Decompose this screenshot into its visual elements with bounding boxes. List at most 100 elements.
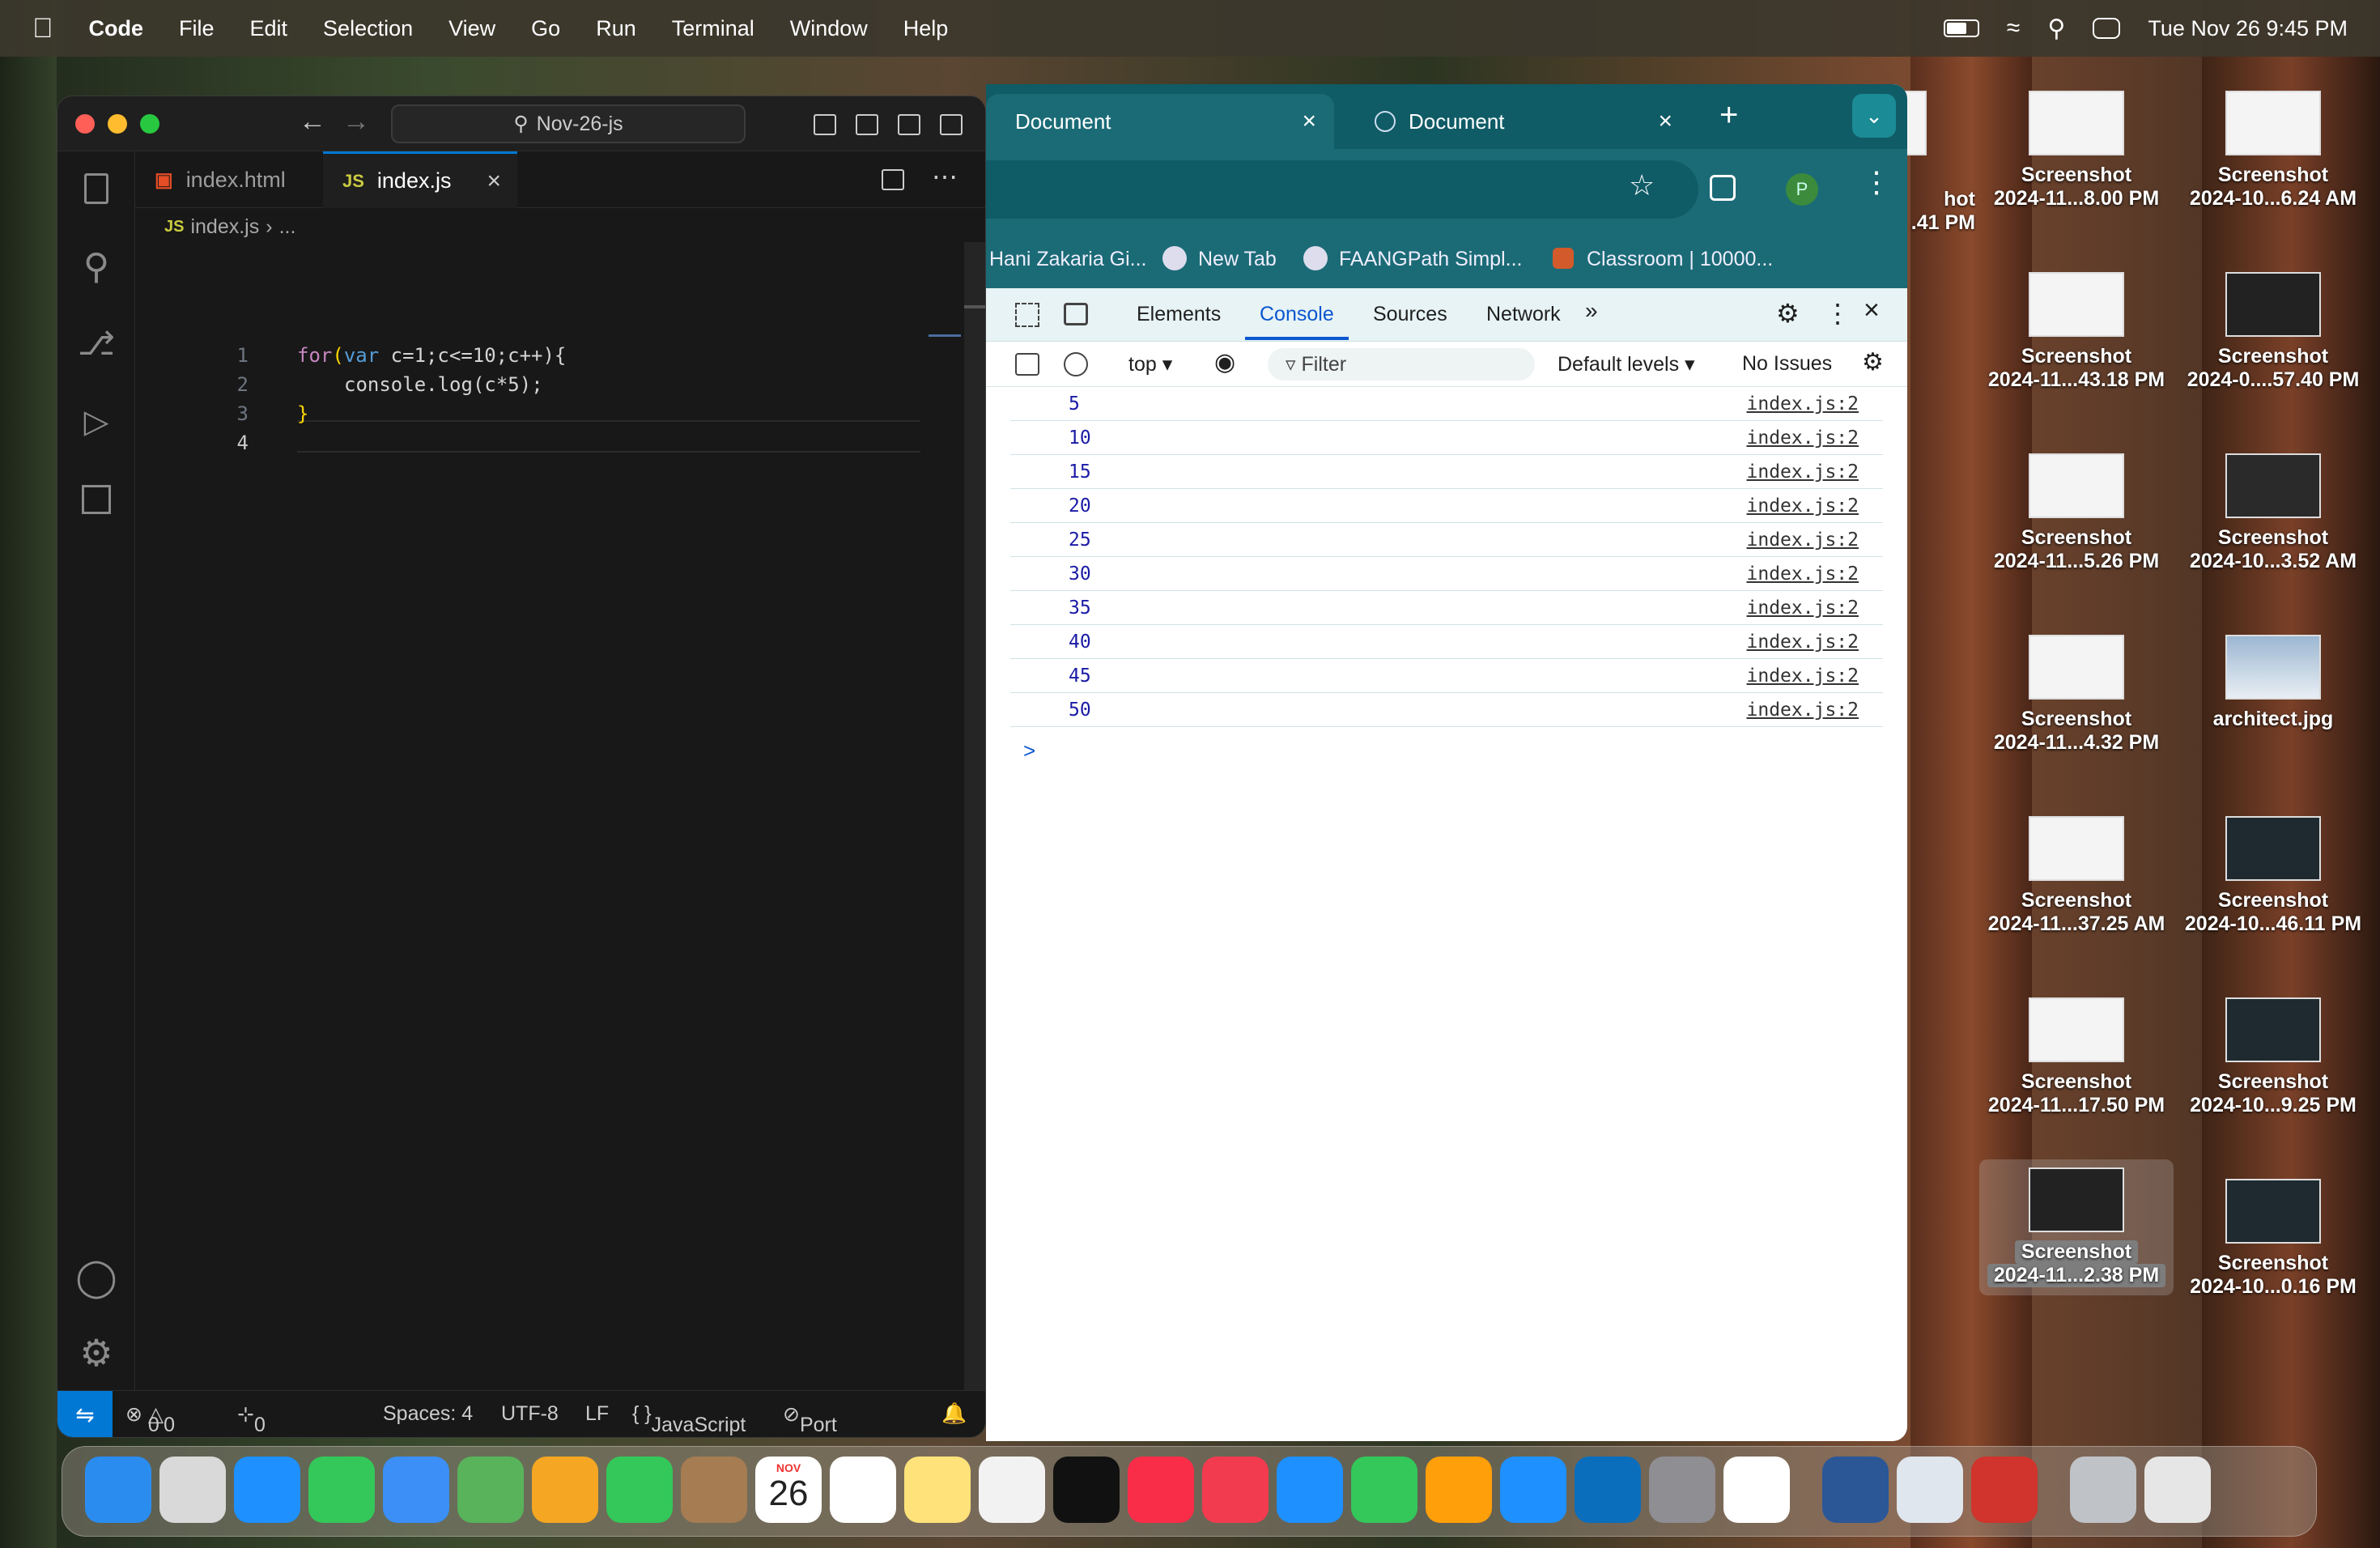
menu-help[interactable]: Help: [903, 16, 949, 41]
close-tab-icon[interactable]: ×: [1302, 108, 1316, 135]
menu-clock[interactable]: Tue Nov 26 9:45 PM: [2148, 16, 2348, 41]
menu-edit[interactable]: Edit: [250, 16, 288, 41]
extensions-icon[interactable]: [75, 478, 117, 521]
desktop-icon-screenshot[interactable]: Screenshot 2024-10...3.52 AM: [2176, 453, 2370, 573]
dock-app-tv[interactable]: [1053, 1457, 1120, 1523]
dock-app-contacts[interactable]: [681, 1457, 747, 1523]
dock-app-app-store[interactable]: [1500, 1457, 1566, 1523]
devtools-menu-icon[interactable]: ⋮: [1825, 298, 1851, 329]
desktop-icon-screenshot[interactable]: Screenshot 2024-10...6.24 AM: [2176, 91, 2370, 211]
bookmark-item[interactable]: FAANGPath Simpl...: [1339, 248, 1522, 271]
menu-window[interactable]: Window: [790, 16, 868, 41]
notifications-bell-icon[interactable]: 🔔: [941, 1402, 967, 1426]
battery-icon[interactable]: [1943, 19, 1979, 37]
console-source-link[interactable]: index.js:2: [1747, 529, 1859, 551]
dock-app-reminders[interactable]: [830, 1457, 896, 1523]
indentation-indicator[interactable]: Spaces: 4: [383, 1402, 473, 1426]
dock-app-visual-studio-code[interactable]: [1575, 1457, 1641, 1523]
devtools-tab-sources[interactable]: Sources: [1373, 303, 1447, 326]
dock-app-calendar[interactable]: NOV 26: [755, 1457, 822, 1523]
control-center-icon[interactable]: [2093, 18, 2121, 39]
clear-console-icon[interactable]: [1064, 352, 1088, 376]
dock-app-numbers[interactable]: [1351, 1457, 1417, 1523]
apple-icon[interactable]: : [32, 13, 53, 45]
context-selector[interactable]: top ▾: [1128, 352, 1172, 376]
desktop-icon-screenshot[interactable]: Screenshot 2024-11...8.00 PM: [1979, 91, 2174, 211]
dock-app-mail[interactable]: [383, 1457, 449, 1523]
close-window-button[interactable]: [75, 114, 95, 134]
dock-app-microsoft-word[interactable]: [1822, 1457, 1889, 1523]
filter-input[interactable]: ▿ Filter: [1268, 348, 1535, 381]
toggle-primary-sidebar-icon[interactable]: [814, 114, 836, 135]
dock-app-system-settings[interactable]: [1649, 1457, 1715, 1523]
desktop-icon-screenshot[interactable]: Screenshot 2024-11...5.26 PM: [1979, 453, 2174, 573]
new-tab-icon[interactable]: +: [1719, 97, 1738, 134]
desktop-icon-screenshot-selected[interactable]: Screenshot2024-11...2.38 PM: [1979, 1159, 2174, 1295]
tab-index-html[interactable]: ▣ index.html: [135, 151, 323, 208]
close-tab-icon[interactable]: ×: [487, 168, 501, 195]
desktop-icon-screenshot[interactable]: Screenshot 2024-11...43.18 PM: [1979, 272, 2174, 392]
dock-app-music[interactable]: [1128, 1457, 1194, 1523]
bookmark-item[interactable]: Classroom | 10000...: [1587, 248, 1773, 271]
menu-view[interactable]: View: [448, 16, 495, 41]
desktop-icon-image-file[interactable]: architect.jpg: [2176, 635, 2370, 731]
zoom-window-button[interactable]: [140, 114, 159, 134]
live-expression-eye-icon[interactable]: ◉: [1214, 348, 1235, 376]
devtools-tab-elements[interactable]: Elements: [1137, 303, 1221, 326]
split-editor-icon[interactable]: [882, 169, 904, 190]
ports-indicator[interactable]: ⊹ 0: [237, 1402, 266, 1436]
dock-app-news[interactable]: [1202, 1457, 1269, 1523]
remote-indicator-icon[interactable]: ⇋: [57, 1391, 113, 1437]
console-prompt-icon[interactable]: >: [1023, 738, 1035, 763]
inspect-element-icon[interactable]: [1015, 303, 1039, 327]
dock-app-facetime[interactable]: [606, 1457, 673, 1523]
desktop-icon-screenshot[interactable]: Screenshot 2024-11...4.32 PM: [1979, 635, 2174, 755]
language-mode-indicator[interactable]: { } JavaScript: [632, 1402, 746, 1436]
console-source-link[interactable]: index.js:2: [1747, 461, 1859, 483]
desktop-icon-screenshot[interactable]: Screenshot 2024-0....57.40 PM: [2176, 272, 2370, 392]
devtools-tab-network[interactable]: Network: [1486, 303, 1561, 326]
wifi-icon[interactable]: ≈: [2007, 15, 2020, 42]
menu-app-name[interactable]: Code: [89, 16, 144, 41]
devtools-close-icon[interactable]: ×: [1864, 295, 1880, 326]
dock-app-photos[interactable]: [532, 1457, 598, 1523]
console-source-link[interactable]: index.js:2: [1747, 598, 1859, 619]
desktop-icon-screenshot[interactable]: Screenshot 2024-11...17.50 PM: [1979, 997, 2174, 1117]
issues-button[interactable]: No Issues: [1742, 352, 1832, 376]
dock-app-maps[interactable]: [457, 1457, 524, 1523]
account-icon[interactable]: ◯: [75, 1256, 117, 1298]
source-control-icon[interactable]: ⎇: [75, 323, 117, 365]
desktop-icon-screenshot[interactable]: Screenshot 2024-10...46.11 PM: [2176, 816, 2370, 936]
desktop-icon-screenshot[interactable]: Screenshot 2024-10...9.25 PM: [2176, 997, 2370, 1117]
live-server-port-indicator[interactable]: ⊘ Port : 5500: [783, 1402, 837, 1436]
customize-layout-icon[interactable]: [940, 114, 963, 135]
toggle-secondary-sidebar-icon[interactable]: [898, 114, 920, 135]
dock-app-photo-booth[interactable]: [1971, 1457, 2038, 1523]
encoding-indicator[interactable]: UTF-8: [501, 1402, 559, 1426]
console-source-link[interactable]: index.js:2: [1747, 632, 1859, 653]
menu-terminal[interactable]: Terminal: [672, 16, 754, 41]
chrome-tab[interactable]: Document ×: [1342, 94, 1690, 149]
chrome-tab-active[interactable]: Document ×: [986, 94, 1334, 149]
dock-app-preview[interactable]: [1897, 1457, 1963, 1523]
desktop-icon-screenshot[interactable]: Screenshot 2024-10...0.16 PM: [2176, 1179, 2370, 1299]
dock-app-help[interactable]: [2070, 1457, 2136, 1523]
console-source-link[interactable]: index.js:2: [1747, 666, 1859, 687]
forward-arrow-icon[interactable]: →: [342, 106, 370, 138]
console-source-link[interactable]: index.js:2: [1747, 563, 1859, 585]
problems-indicator[interactable]: ⊗ 0 △ 0: [125, 1402, 175, 1436]
dock-app-finder[interactable]: [85, 1457, 151, 1523]
back-arrow-icon[interactable]: ←: [299, 106, 326, 138]
extensions-icon[interactable]: [1710, 175, 1736, 201]
dock-app-messages[interactable]: [308, 1457, 375, 1523]
menu-selection[interactable]: Selection: [323, 16, 413, 41]
toggle-panel-icon[interactable]: [856, 114, 878, 135]
console-settings-icon[interactable]: ⚙: [1862, 348, 1884, 376]
more-actions-icon[interactable]: ⋯: [932, 161, 958, 192]
editor-scrollbar[interactable]: [964, 242, 985, 1392]
minimize-window-button[interactable]: [108, 114, 127, 134]
address-bar[interactable]: [986, 160, 1698, 219]
devtools-tab-console[interactable]: Console: [1260, 303, 1334, 326]
bookmark-star-icon[interactable]: ☆: [1629, 168, 1655, 202]
more-tabs-icon[interactable]: »: [1585, 298, 1598, 324]
